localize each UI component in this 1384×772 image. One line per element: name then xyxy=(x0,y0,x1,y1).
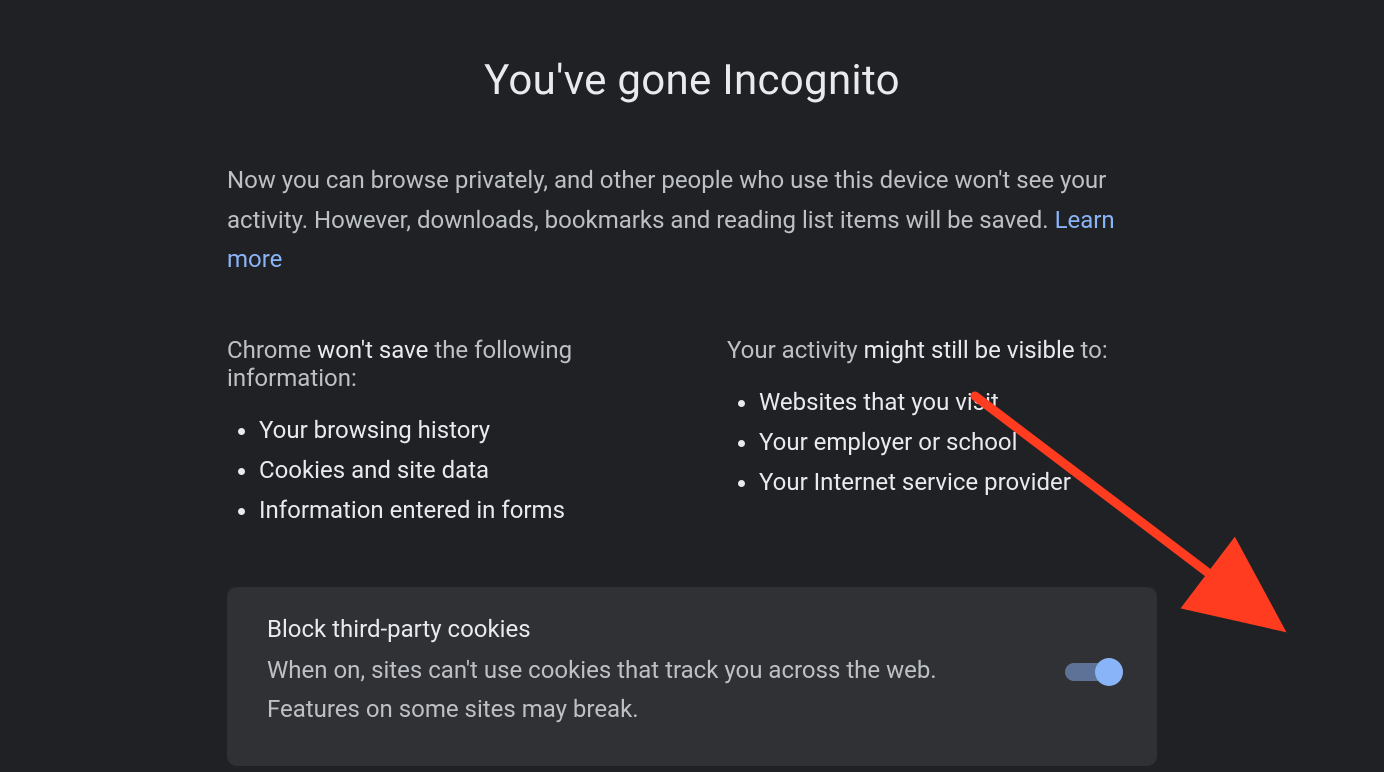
wont-save-heading: Chrome won't save the following informat… xyxy=(227,336,657,392)
list-item: Information entered in forms xyxy=(259,490,657,530)
intro-paragraph: Now you can browse privately, and other … xyxy=(227,161,1157,280)
heading-strong: might still be visible xyxy=(864,336,1075,364)
list-item: Your browsing history xyxy=(259,410,657,450)
wont-save-column: Chrome won't save the following informat… xyxy=(227,336,657,531)
list-item: Your employer or school xyxy=(759,422,1157,462)
heading-strong: won't save xyxy=(317,336,428,364)
block-cookies-toggle[interactable] xyxy=(1065,661,1117,683)
intro-text: Now you can browse privately, and other … xyxy=(227,166,1106,234)
heading-text: to: xyxy=(1075,336,1108,364)
toggle-thumb xyxy=(1095,658,1123,686)
visible-to-column: Your activity might still be visible to:… xyxy=(727,336,1157,531)
heading-text: Chrome xyxy=(227,336,317,364)
visible-to-list: Websites that you visit Your employer or… xyxy=(727,382,1157,503)
card-title: Block third-party cookies xyxy=(267,615,1025,643)
card-desc: When on, sites can't use cookies that tr… xyxy=(267,651,1025,730)
list-item: Websites that you visit xyxy=(759,382,1157,422)
heading-text: Your activity xyxy=(727,336,864,364)
list-item: Cookies and site data xyxy=(259,450,657,490)
info-columns: Chrome won't save the following informat… xyxy=(227,336,1157,531)
card-text: Block third-party cookies When on, sites… xyxy=(267,615,1025,730)
page-title: You've gone Incognito xyxy=(227,56,1157,105)
list-item: Your Internet service provider xyxy=(759,462,1157,502)
visible-to-heading: Your activity might still be visible to: xyxy=(727,336,1157,364)
block-cookies-card: Block third-party cookies When on, sites… xyxy=(227,587,1157,766)
wont-save-list: Your browsing history Cookies and site d… xyxy=(227,410,657,531)
incognito-new-tab-content: You've gone Incognito Now you can browse… xyxy=(92,56,1292,766)
